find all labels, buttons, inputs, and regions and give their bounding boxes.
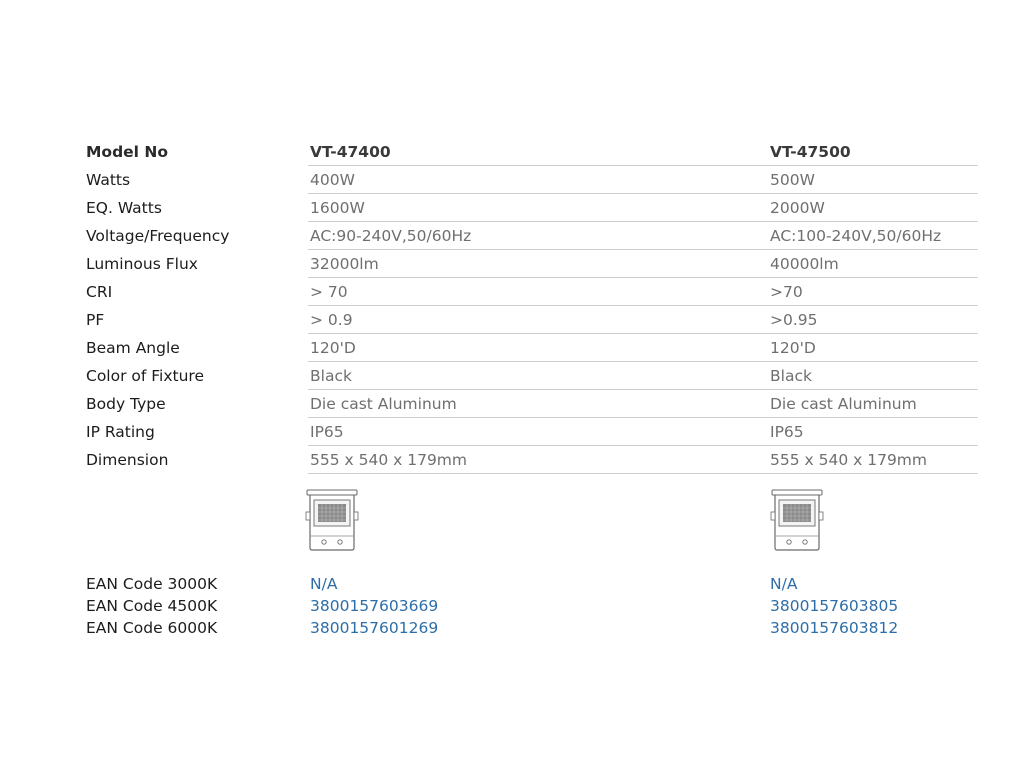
ean-row-4500k: EAN Code 4500K 3800157603669 38001576038… — [86, 595, 978, 617]
ean-code-1[interactable]: 3800157603669 — [310, 595, 438, 617]
model-name-2: VT-47500 — [770, 143, 851, 161]
spec-label: Watts — [86, 171, 131, 189]
spec-label: EQ. Watts — [86, 199, 162, 217]
spec-value-2: 120'D — [770, 339, 816, 357]
ean-label: EAN Code 4500K — [86, 597, 218, 615]
ean-code-2[interactable]: N/A — [770, 573, 797, 595]
ean-label: EAN Code 3000K — [86, 575, 218, 593]
spec-value-2: 40000lm — [770, 255, 839, 273]
ean-code-1[interactable]: 3800157601269 — [310, 617, 438, 639]
spec-label: CRI — [86, 283, 113, 301]
spec-row-beam-angle: Beam Angle 120'D 120'D — [86, 334, 978, 362]
spec-row-dimension: Dimension 555 x 540 x 179mm 555 x 540 x … — [86, 446, 978, 474]
spec-value-2: 500W — [770, 171, 815, 189]
spec-row-pf: PF > 0.9 >0.95 — [86, 306, 978, 334]
ean-codes: EAN Code 3000K N/A N/A EAN Code 4500K 38… — [86, 573, 978, 639]
spec-row-color: Color of Fixture Black Black — [86, 362, 978, 390]
spec-label: Dimension — [86, 451, 169, 469]
spec-label: Voltage/Frequency — [86, 227, 230, 245]
spec-row-cri: CRI > 70 >70 — [86, 278, 978, 306]
spec-value-1: > 70 — [310, 283, 348, 301]
spec-value-1: > 0.9 — [310, 311, 353, 329]
ean-code-2[interactable]: 3800157603812 — [770, 617, 898, 639]
spec-label: PF — [86, 311, 105, 329]
spec-row-ip-rating: IP Rating IP65 IP65 — [86, 418, 978, 446]
spec-row-watts: Watts 400W 500W — [86, 166, 978, 194]
spec-value-1: 120'D — [310, 339, 356, 357]
spec-value-1: AC:90-240V,50/60Hz — [310, 227, 472, 245]
spec-row-voltage: Voltage/Frequency AC:90-240V,50/60Hz AC:… — [86, 222, 978, 250]
spec-row-luminous-flux: Luminous Flux 32000lm 40000lm — [86, 250, 978, 278]
spec-value-2: 2000W — [770, 199, 825, 217]
row-divider — [308, 473, 768, 474]
spec-table: Model No VT-47400 VT-47500 Watts 400W 50… — [86, 138, 978, 474]
spec-value-1: IP65 — [310, 423, 344, 441]
ean-row-3000k: EAN Code 3000K N/A N/A — [86, 573, 978, 595]
spec-header-row: Model No VT-47400 VT-47500 — [86, 138, 978, 166]
spec-value-2: IP65 — [770, 423, 804, 441]
row-divider — [768, 473, 978, 474]
spec-row-eq-watts: EQ. Watts 1600W 2000W — [86, 194, 978, 222]
spec-value-1: 400W — [310, 171, 355, 189]
spec-label: Beam Angle — [86, 339, 180, 357]
spec-value-2: >70 — [770, 283, 803, 301]
spec-value-1: 1600W — [310, 199, 365, 217]
spec-value-2: 555 x 540 x 179mm — [770, 451, 928, 469]
spec-label: IP Rating — [86, 423, 155, 441]
ean-row-6000k: EAN Code 6000K 3800157601269 38001576038… — [86, 617, 978, 639]
spec-value-1: 32000lm — [310, 255, 379, 273]
spec-value-1: 555 x 540 x 179mm — [310, 451, 468, 469]
floodlight-fixture-icon — [304, 488, 360, 552]
spec-label: Color of Fixture — [86, 367, 204, 385]
spec-value-2: Die cast Aluminum — [770, 395, 917, 413]
spec-value-2: AC:100-240V,50/60Hz — [770, 227, 942, 245]
spec-value-2: Black — [770, 367, 812, 385]
spec-label: Luminous Flux — [86, 255, 198, 273]
floodlight-fixture-icon — [769, 488, 825, 552]
spec-row-body-type: Body Type Die cast Aluminum Die cast Alu… — [86, 390, 978, 418]
spec-label: Body Type — [86, 395, 166, 413]
ean-code-1[interactable]: N/A — [310, 573, 337, 595]
spec-value-1: Die cast Aluminum — [310, 395, 457, 413]
model-name-1: VT-47400 — [310, 143, 391, 161]
ean-label: EAN Code 6000K — [86, 619, 218, 637]
ean-code-2[interactable]: 3800157603805 — [770, 595, 898, 617]
spec-value-1: Black — [310, 367, 352, 385]
spec-header-label: Model No — [86, 143, 169, 161]
spec-value-2: >0.95 — [770, 311, 818, 329]
